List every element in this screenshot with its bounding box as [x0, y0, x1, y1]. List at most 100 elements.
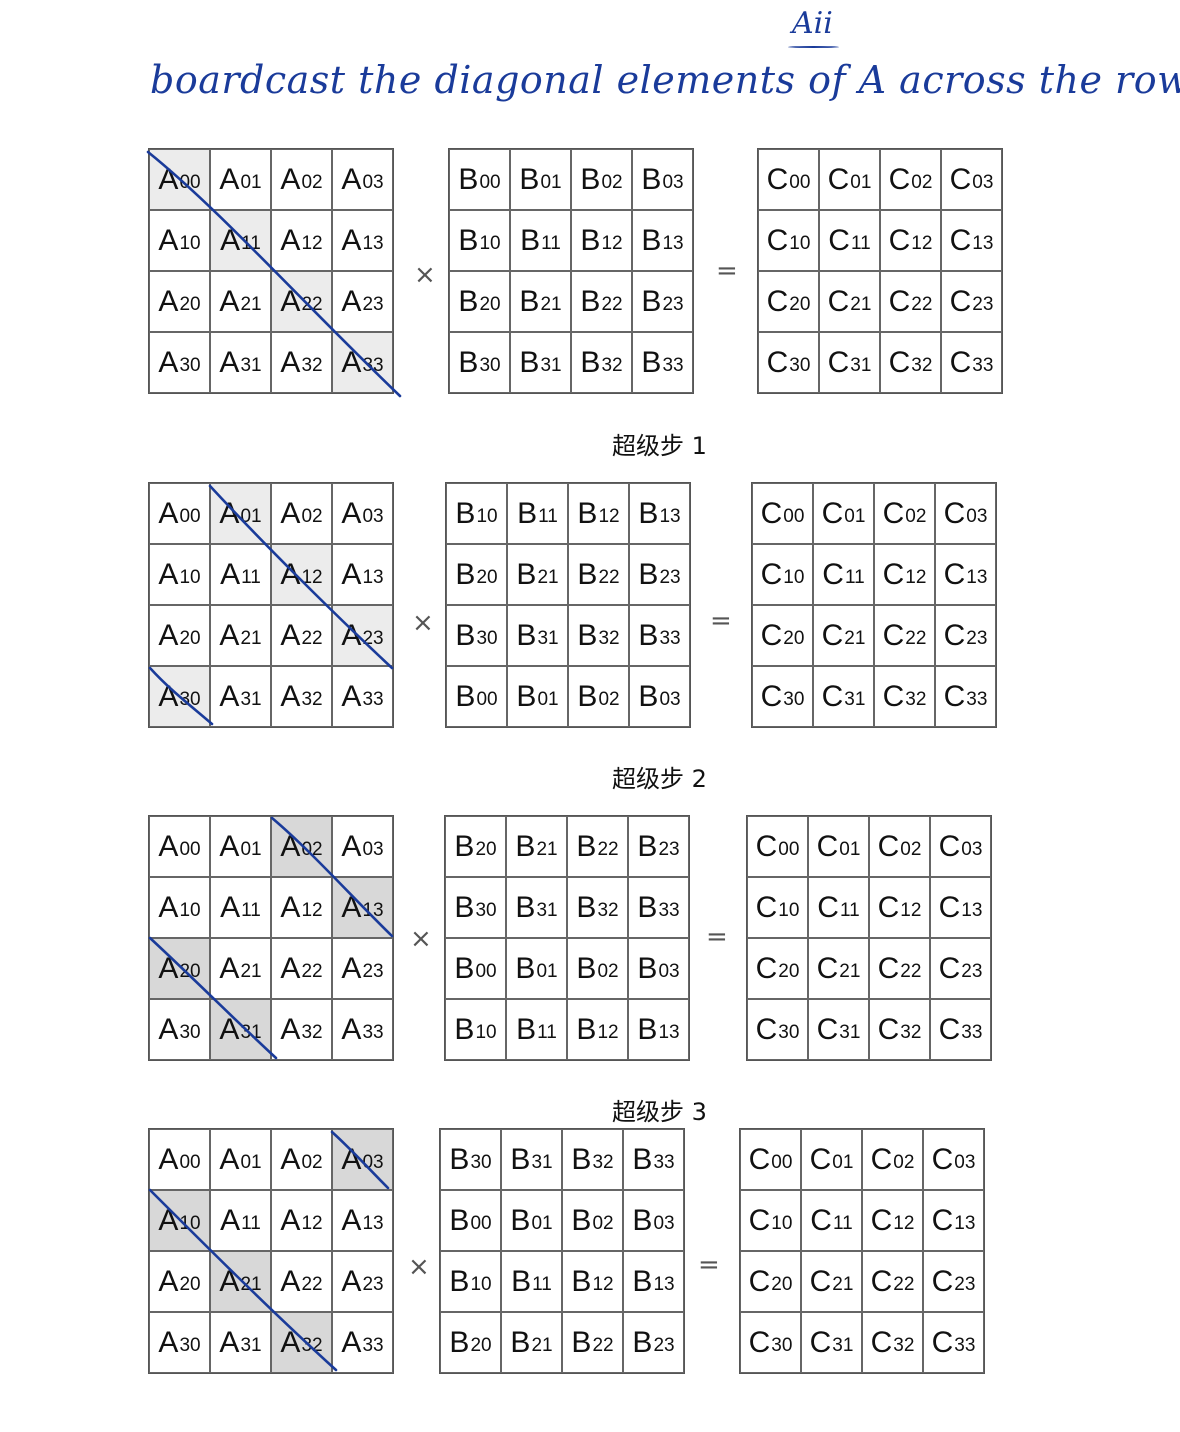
matrix-cell-c: C 31 [819, 332, 880, 393]
cell-index: 33 [653, 1151, 675, 1173]
cell-index: 10 [789, 232, 811, 254]
cell-letter: A [280, 951, 301, 985]
matrix-cell-b: B 20 [446, 544, 507, 605]
cell-letter: C [877, 890, 900, 924]
step-label-3: 超级步 3 [612, 1098, 707, 1126]
cell-index: 23 [954, 1273, 976, 1295]
matrix-cell-a: A 02 [271, 149, 332, 210]
cell-letter: A [341, 829, 362, 863]
cell-letter: C [821, 496, 844, 530]
matrix-cell-c: C 30 [752, 666, 813, 727]
cell-letter: B [637, 890, 658, 924]
matrix-cell-a: A 10 [149, 1190, 210, 1251]
matrix-cell-a: A 03 [332, 149, 393, 210]
matrix-cell-a: A 13 [332, 877, 393, 938]
cell-letter: B [510, 1142, 531, 1176]
times-symbol: × [410, 924, 432, 954]
cell-index: 13 [658, 1021, 680, 1043]
matrix-cell-c: C 12 [869, 877, 930, 938]
cell-letter: C [943, 679, 966, 713]
cell-letter: C [888, 223, 911, 257]
cell-index: 12 [301, 1212, 323, 1234]
cell-letter: C [760, 679, 783, 713]
matrix-cell-c: C 20 [752, 605, 813, 666]
cell-letter: C [827, 162, 850, 196]
matrix-cell-b: B 00 [446, 666, 507, 727]
cell-letter: B [520, 223, 541, 257]
matrix-cell-c: C 03 [923, 1129, 984, 1190]
matrix-cell-c: C 11 [808, 877, 869, 938]
matrix-cell-a: A 21 [210, 1251, 271, 1312]
matrix-cell-a: A 31 [210, 666, 271, 727]
cell-letter: A [280, 557, 301, 591]
cell-index: 32 [900, 1021, 922, 1043]
cell-index: 02 [301, 505, 323, 527]
cell-letter: C [748, 1203, 771, 1237]
cell-letter: B [571, 1264, 592, 1298]
matrix-cell-c: C 23 [935, 605, 996, 666]
cell-letter: C [809, 1264, 832, 1298]
cell-letter: B [641, 223, 662, 257]
matrix-cell-c: C 23 [923, 1251, 984, 1312]
matrix-cell-a: A 13 [332, 544, 393, 605]
cell-letter: A [280, 1012, 301, 1046]
cell-index: 20 [475, 838, 497, 860]
cell-letter: A [158, 162, 179, 196]
matrix-cell-b: B 02 [562, 1190, 623, 1251]
cell-index: 10 [475, 1021, 497, 1043]
cell-index: 13 [362, 1212, 384, 1234]
cell-letter: C [938, 951, 961, 985]
cell-letter: C [760, 618, 783, 652]
cell-index: 11 [832, 1212, 853, 1234]
cell-letter: B [510, 1203, 531, 1237]
cell-letter: A [280, 1264, 301, 1298]
matrix-cell-c: C 00 [752, 483, 813, 544]
equals-symbol: = [710, 606, 732, 636]
cell-letter: B [517, 496, 538, 530]
cell-letter: C [760, 557, 783, 591]
cell-index: 01 [240, 171, 262, 193]
matrix-cell-a: A 21 [210, 605, 271, 666]
matrix-cell-a: A 13 [332, 1190, 393, 1251]
cell-letter: C [760, 496, 783, 530]
cell-letter: B [571, 1203, 592, 1237]
matrix-cell-b: B 21 [506, 816, 567, 877]
cell-index: 33 [362, 688, 384, 710]
matrix-cell-a: A 01 [210, 149, 271, 210]
cell-letter: C [931, 1264, 954, 1298]
cell-letter: B [580, 284, 601, 318]
matrix-cell-a: A 33 [332, 666, 393, 727]
cell-index: 23 [362, 1273, 384, 1295]
cell-letter: C [748, 1142, 771, 1176]
matrix-cell-b: B 33 [628, 877, 689, 938]
cell-index: 11 [538, 505, 558, 527]
matrix-cell-c: C 21 [813, 605, 874, 666]
cell-index: 30 [470, 1151, 492, 1173]
cell-index: 11 [839, 899, 860, 921]
cell-index: 23 [662, 293, 684, 315]
cell-index: 31 [844, 688, 866, 710]
matrix-cell-c: C 23 [930, 938, 991, 999]
cell-letter: C [821, 679, 844, 713]
matrix-cell-b: B 31 [510, 332, 571, 393]
matrix-cell-b: B 30 [440, 1129, 501, 1190]
matrix-cell-b: B 12 [567, 999, 628, 1060]
cell-letter: B [638, 679, 659, 713]
matrix-cell-b: B 20 [449, 271, 510, 332]
cell-index: 01 [844, 505, 866, 527]
cell-letter: A [219, 1264, 240, 1298]
cell-index: 12 [597, 1021, 619, 1043]
cell-index: 23 [362, 627, 384, 649]
cell-index: 30 [179, 1334, 201, 1356]
cell-letter: A [341, 1203, 362, 1237]
cell-letter: A [280, 829, 301, 863]
cell-index: 01 [536, 960, 558, 982]
cell-letter: B [455, 496, 476, 530]
cell-letter: C [877, 1012, 900, 1046]
cell-letter: C [949, 162, 972, 196]
cell-index: 02 [301, 171, 323, 193]
matrix-cell-b: B 02 [567, 938, 628, 999]
matrix-cell-b: B 21 [507, 544, 568, 605]
cell-letter: B [515, 951, 536, 985]
matrix-cell-a: A 02 [271, 483, 332, 544]
